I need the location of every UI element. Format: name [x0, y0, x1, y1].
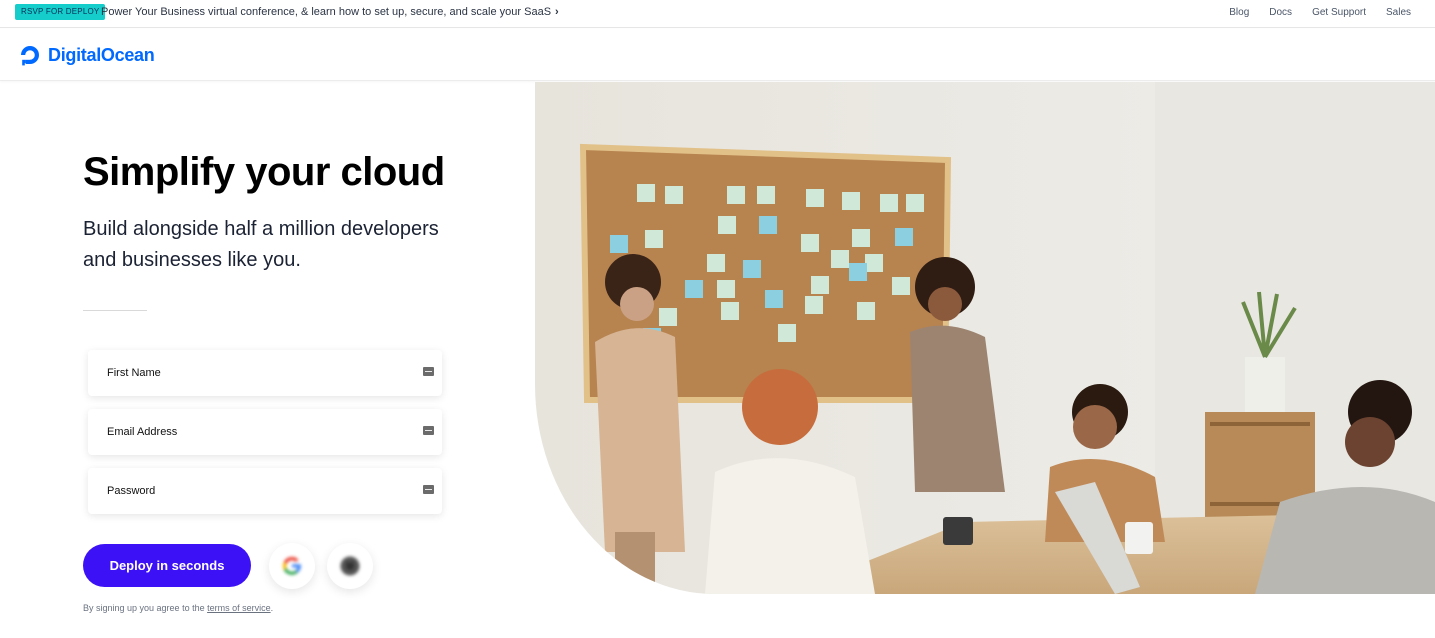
announcement-link[interactable]: Power Your Business virtual conference, … [101, 5, 559, 19]
terms-of-service-link[interactable]: terms of service [207, 603, 271, 613]
nav-link-blog[interactable]: Blog [1229, 6, 1249, 20]
brand-name: DigitalOcean [48, 44, 155, 65]
hero-image [535, 82, 1435, 594]
nav-link-get-support[interactable]: Get Support [1312, 6, 1366, 20]
office-meeting-illustration [535, 82, 1435, 594]
rsvp-badge[interactable]: RSVP FOR DEPLOY [15, 4, 106, 20]
chevron-right-icon: › [555, 6, 559, 18]
site-header: DigitalOcean [0, 29, 1435, 81]
github-signup-button[interactable] [327, 543, 373, 589]
terms-suffix: . [270, 603, 274, 613]
terms-notice: By signing up you agree to the terms of … [83, 603, 273, 613]
autofill-key-icon[interactable] [423, 367, 434, 376]
email-field[interactable] [88, 409, 442, 455]
autofill-key-icon[interactable] [423, 485, 434, 494]
announcement-text: Power Your Business virtual conference, … [101, 6, 552, 18]
nav-link-sales[interactable]: Sales [1386, 6, 1411, 20]
password-field-wrapper [88, 468, 442, 514]
first-name-field[interactable] [88, 350, 442, 396]
announcement-bar: RSVP FOR DEPLOY Power Your Business virt… [0, 0, 1435, 28]
logo-link[interactable]: DigitalOcean [18, 43, 155, 67]
digitalocean-logo-icon [21, 46, 39, 66]
email-field-wrapper [88, 409, 442, 455]
page-title: Simplify your cloud [83, 150, 445, 194]
google-icon [282, 556, 301, 575]
terms-prefix: By signing up you agree to the [83, 603, 208, 613]
top-nav: Blog Docs Get Support Sales [1229, 6, 1411, 20]
deploy-button[interactable]: Deploy in seconds [83, 544, 251, 587]
divider [83, 310, 147, 311]
nav-link-docs[interactable]: Docs [1269, 6, 1292, 20]
password-field[interactable] [88, 468, 442, 514]
hero-subtitle: Build alongside half a million developer… [83, 218, 439, 271]
google-signup-button[interactable] [269, 543, 315, 589]
autofill-key-icon[interactable] [423, 426, 434, 435]
first-name-field-wrapper [88, 350, 442, 396]
github-icon [340, 556, 360, 576]
